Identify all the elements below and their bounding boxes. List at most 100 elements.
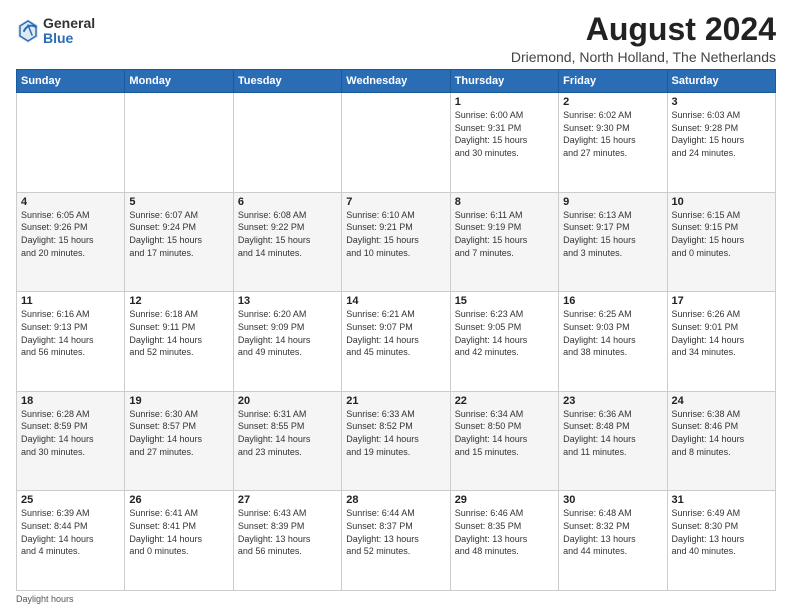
calendar-cell: 6Sunrise: 6:08 AM Sunset: 9:22 PM Daylig…	[233, 192, 341, 292]
day-info: Sunrise: 6:36 AM Sunset: 8:48 PM Dayligh…	[563, 408, 662, 458]
calendar-cell: 25Sunrise: 6:39 AM Sunset: 8:44 PM Dayli…	[17, 491, 125, 591]
col-thursday: Thursday	[450, 70, 558, 93]
day-info: Sunrise: 6:03 AM Sunset: 9:28 PM Dayligh…	[672, 109, 771, 159]
logo: General Blue	[16, 16, 95, 47]
day-info: Sunrise: 6:15 AM Sunset: 9:15 PM Dayligh…	[672, 209, 771, 259]
day-info: Sunrise: 6:41 AM Sunset: 8:41 PM Dayligh…	[129, 507, 228, 557]
col-tuesday: Tuesday	[233, 70, 341, 93]
calendar-cell: 28Sunrise: 6:44 AM Sunset: 8:37 PM Dayli…	[342, 491, 450, 591]
day-number: 16	[563, 295, 662, 307]
day-info: Sunrise: 6:31 AM Sunset: 8:55 PM Dayligh…	[238, 408, 337, 458]
calendar-cell: 20Sunrise: 6:31 AM Sunset: 8:55 PM Dayli…	[233, 391, 341, 491]
day-info: Sunrise: 6:16 AM Sunset: 9:13 PM Dayligh…	[21, 308, 120, 358]
page: General Blue August 2024 Driemond, North…	[0, 0, 792, 612]
day-number: 21	[346, 395, 445, 407]
subtitle: Driemond, North Holland, The Netherlands	[511, 49, 776, 65]
calendar-cell	[17, 93, 125, 193]
day-number: 2	[563, 96, 662, 108]
calendar-cell: 11Sunrise: 6:16 AM Sunset: 9:13 PM Dayli…	[17, 292, 125, 392]
day-info: Sunrise: 6:23 AM Sunset: 9:05 PM Dayligh…	[455, 308, 554, 358]
calendar-cell: 10Sunrise: 6:15 AM Sunset: 9:15 PM Dayli…	[667, 192, 775, 292]
calendar-cell: 24Sunrise: 6:38 AM Sunset: 8:46 PM Dayli…	[667, 391, 775, 491]
day-info: Sunrise: 6:05 AM Sunset: 9:26 PM Dayligh…	[21, 209, 120, 259]
day-number: 6	[238, 196, 337, 208]
calendar-cell: 27Sunrise: 6:43 AM Sunset: 8:39 PM Dayli…	[233, 491, 341, 591]
calendar-cell: 29Sunrise: 6:46 AM Sunset: 8:35 PM Dayli…	[450, 491, 558, 591]
footer-note: Daylight hours	[16, 594, 776, 604]
title-block: August 2024 Driemond, North Holland, The…	[511, 12, 776, 65]
logo-icon	[16, 17, 40, 45]
calendar-cell: 23Sunrise: 6:36 AM Sunset: 8:48 PM Dayli…	[559, 391, 667, 491]
calendar-cell: 9Sunrise: 6:13 AM Sunset: 9:17 PM Daylig…	[559, 192, 667, 292]
day-number: 19	[129, 395, 228, 407]
calendar-week-5: 25Sunrise: 6:39 AM Sunset: 8:44 PM Dayli…	[17, 491, 776, 591]
day-info: Sunrise: 6:00 AM Sunset: 9:31 PM Dayligh…	[455, 109, 554, 159]
day-number: 4	[21, 196, 120, 208]
day-number: 24	[672, 395, 771, 407]
day-number: 10	[672, 196, 771, 208]
logo-text: General Blue	[43, 16, 95, 47]
day-info: Sunrise: 6:26 AM Sunset: 9:01 PM Dayligh…	[672, 308, 771, 358]
calendar-cell: 2Sunrise: 6:02 AM Sunset: 9:30 PM Daylig…	[559, 93, 667, 193]
day-info: Sunrise: 6:38 AM Sunset: 8:46 PM Dayligh…	[672, 408, 771, 458]
day-number: 14	[346, 295, 445, 307]
calendar-week-2: 4Sunrise: 6:05 AM Sunset: 9:26 PM Daylig…	[17, 192, 776, 292]
day-number: 5	[129, 196, 228, 208]
day-info: Sunrise: 6:02 AM Sunset: 9:30 PM Dayligh…	[563, 109, 662, 159]
col-saturday: Saturday	[667, 70, 775, 93]
logo-general: General	[43, 16, 95, 31]
day-info: Sunrise: 6:07 AM Sunset: 9:24 PM Dayligh…	[129, 209, 228, 259]
calendar-cell: 21Sunrise: 6:33 AM Sunset: 8:52 PM Dayli…	[342, 391, 450, 491]
main-title: August 2024	[511, 12, 776, 47]
day-number: 7	[346, 196, 445, 208]
day-number: 3	[672, 96, 771, 108]
calendar-cell: 4Sunrise: 6:05 AM Sunset: 9:26 PM Daylig…	[17, 192, 125, 292]
day-number: 30	[563, 494, 662, 506]
day-number: 25	[21, 494, 120, 506]
day-info: Sunrise: 6:10 AM Sunset: 9:21 PM Dayligh…	[346, 209, 445, 259]
day-info: Sunrise: 6:20 AM Sunset: 9:09 PM Dayligh…	[238, 308, 337, 358]
day-info: Sunrise: 6:43 AM Sunset: 8:39 PM Dayligh…	[238, 507, 337, 557]
calendar-week-1: 1Sunrise: 6:00 AM Sunset: 9:31 PM Daylig…	[17, 93, 776, 193]
day-info: Sunrise: 6:30 AM Sunset: 8:57 PM Dayligh…	[129, 408, 228, 458]
header: General Blue August 2024 Driemond, North…	[16, 12, 776, 65]
day-info: Sunrise: 6:34 AM Sunset: 8:50 PM Dayligh…	[455, 408, 554, 458]
day-number: 17	[672, 295, 771, 307]
day-info: Sunrise: 6:46 AM Sunset: 8:35 PM Dayligh…	[455, 507, 554, 557]
day-info: Sunrise: 6:25 AM Sunset: 9:03 PM Dayligh…	[563, 308, 662, 358]
calendar-cell: 3Sunrise: 6:03 AM Sunset: 9:28 PM Daylig…	[667, 93, 775, 193]
day-number: 29	[455, 494, 554, 506]
calendar-cell: 14Sunrise: 6:21 AM Sunset: 9:07 PM Dayli…	[342, 292, 450, 392]
calendar-cell: 19Sunrise: 6:30 AM Sunset: 8:57 PM Dayli…	[125, 391, 233, 491]
day-info: Sunrise: 6:21 AM Sunset: 9:07 PM Dayligh…	[346, 308, 445, 358]
day-number: 13	[238, 295, 337, 307]
day-info: Sunrise: 6:13 AM Sunset: 9:17 PM Dayligh…	[563, 209, 662, 259]
calendar-cell	[125, 93, 233, 193]
day-info: Sunrise: 6:28 AM Sunset: 8:59 PM Dayligh…	[21, 408, 120, 458]
calendar-cell	[233, 93, 341, 193]
calendar-cell: 18Sunrise: 6:28 AM Sunset: 8:59 PM Dayli…	[17, 391, 125, 491]
logo-blue: Blue	[43, 31, 95, 46]
calendar-header-row: Sunday Monday Tuesday Wednesday Thursday…	[17, 70, 776, 93]
calendar-cell: 5Sunrise: 6:07 AM Sunset: 9:24 PM Daylig…	[125, 192, 233, 292]
calendar-cell: 17Sunrise: 6:26 AM Sunset: 9:01 PM Dayli…	[667, 292, 775, 392]
day-info: Sunrise: 6:18 AM Sunset: 9:11 PM Dayligh…	[129, 308, 228, 358]
day-number: 23	[563, 395, 662, 407]
day-number: 9	[563, 196, 662, 208]
day-number: 27	[238, 494, 337, 506]
calendar-week-3: 11Sunrise: 6:16 AM Sunset: 9:13 PM Dayli…	[17, 292, 776, 392]
col-wednesday: Wednesday	[342, 70, 450, 93]
calendar-cell: 26Sunrise: 6:41 AM Sunset: 8:41 PM Dayli…	[125, 491, 233, 591]
day-info: Sunrise: 6:11 AM Sunset: 9:19 PM Dayligh…	[455, 209, 554, 259]
day-info: Sunrise: 6:48 AM Sunset: 8:32 PM Dayligh…	[563, 507, 662, 557]
calendar-cell: 13Sunrise: 6:20 AM Sunset: 9:09 PM Dayli…	[233, 292, 341, 392]
calendar-cell: 15Sunrise: 6:23 AM Sunset: 9:05 PM Dayli…	[450, 292, 558, 392]
day-number: 11	[21, 295, 120, 307]
day-number: 1	[455, 96, 554, 108]
calendar-cell: 16Sunrise: 6:25 AM Sunset: 9:03 PM Dayli…	[559, 292, 667, 392]
calendar-cell: 31Sunrise: 6:49 AM Sunset: 8:30 PM Dayli…	[667, 491, 775, 591]
day-number: 8	[455, 196, 554, 208]
calendar-cell: 12Sunrise: 6:18 AM Sunset: 9:11 PM Dayli…	[125, 292, 233, 392]
col-monday: Monday	[125, 70, 233, 93]
calendar-cell: 8Sunrise: 6:11 AM Sunset: 9:19 PM Daylig…	[450, 192, 558, 292]
